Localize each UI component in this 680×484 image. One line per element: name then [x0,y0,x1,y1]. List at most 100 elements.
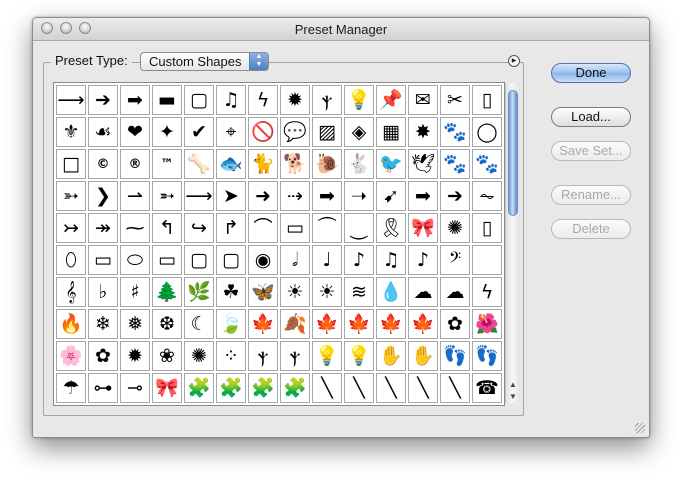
save-set-button[interactable]: Save Set... [551,141,631,161]
shape-cell[interactable]: 👣 [472,341,502,371]
preset-type-select[interactable]: Custom Shapes ▲ ▼ [140,52,269,71]
shape-cell[interactable]: ♪ [408,245,438,275]
shape-cell[interactable]: ☀ [312,277,342,307]
shape-cell[interactable]: 🕊 [408,149,438,179]
shape-cell[interactable]: ♭ [88,277,118,307]
shape-cell[interactable]: ▦ [376,117,406,147]
shape-cell[interactable]: 🌺 [472,309,502,339]
scroll-down-arrow-icon[interactable]: ▼ [506,391,520,403]
shape-cell[interactable]: ⲯ [280,341,310,371]
shape-cell[interactable]: 🌲 [152,277,182,307]
shape-cell[interactable]: ╲ [408,373,438,403]
shape-cell[interactable]: 🍂 [280,309,310,339]
vertical-scrollbar[interactable]: ▲ ▼ [505,83,520,403]
shape-cell[interactable]: ☎ [472,373,502,403]
shape-cell[interactable]: ✂ [440,85,470,115]
shape-cell[interactable]: ♫ [216,85,246,115]
shape-cell[interactable]: ➡ [120,85,150,115]
shape-cell[interactable]: ☀ [280,277,310,307]
shape-cell[interactable]: ⚜ [56,117,86,147]
shape-cell[interactable]: ® [120,149,150,179]
panel-menu-icon[interactable]: ▶ [508,55,520,67]
shape-cell[interactable]: ☁ [440,277,470,307]
shape-cell[interactable]: ➡ [408,181,438,211]
shape-cell[interactable]: 🍁 [344,309,374,339]
shape-cell[interactable]: ⲯ [248,341,278,371]
shape-cell[interactable]: ™ [152,149,182,179]
shape-cell[interactable]: ✹ [120,341,150,371]
shape-cell[interactable]: 🍃 [216,309,246,339]
shape-cell[interactable]: 𝄢 [440,245,470,275]
shape-cell[interactable]: ╲ [440,373,470,403]
shape-cell[interactable]: ⟶ [56,85,86,115]
shape-cell[interactable]: 🐟 [216,149,246,179]
shape-cell[interactable]: ▭ [280,213,310,243]
shape-cell[interactable]: ≋ [344,277,374,307]
shape-cell[interactable]: ⏜ [312,213,342,243]
shape-cell[interactable]: 🐾 [440,149,470,179]
shape-cell[interactable]: ♯ [120,277,150,307]
shape-cell[interactable]: ⌖ [216,117,246,147]
shape-cell[interactable]: ✸ [408,117,438,147]
shape-cell[interactable]: ╲ [344,373,374,403]
shape-cell[interactable]: 🔥 [56,309,86,339]
shape-cell[interactable]: ✋ [408,341,438,371]
shape-cell[interactable]: ⏝ [344,213,374,243]
shape-cell[interactable]: ▭ [152,245,182,275]
shape-cell[interactable]: 💡 [344,85,374,115]
shape-cell[interactable]: 🧩 [280,373,310,403]
shape-cell[interactable]: ❆ [152,309,182,339]
shape-cell[interactable]: ⏦ [472,181,502,211]
shape-cell[interactable]: 👣 [440,341,470,371]
shape-cell[interactable]: ➔ [88,85,118,115]
shape-cell[interactable]: 🍁 [408,309,438,339]
shape-cell[interactable]: ↰ [152,213,182,243]
shape-cell[interactable]: ➹ [376,181,406,211]
shape-cell[interactable]: ✿ [88,341,118,371]
shape-cell[interactable]: ➝ [344,181,374,211]
shape-cell[interactable]: 🐇 [344,149,374,179]
shape-cell[interactable]: ☙ [88,117,118,147]
shape-cell[interactable]: 🐾 [472,149,502,179]
shape-cell[interactable]: ▢ [216,245,246,275]
shape-cell[interactable]: ✺ [440,213,470,243]
scrollbar-thumb[interactable] [508,90,518,216]
shape-cell[interactable]: ➳ [56,181,86,211]
shape-cell[interactable]: 𝅗𝅥 [280,245,310,275]
shape-cell[interactable]: ⟶ [184,181,214,211]
shape-cell[interactable]: ◈ [344,117,374,147]
shape-cell[interactable]: © [88,149,118,179]
shape-cell[interactable]: 🎗 [376,213,406,243]
done-button[interactable]: Done [551,63,631,83]
shape-cell[interactable]: 🌿 [184,277,214,307]
shape-cell[interactable]: 🍁 [376,309,406,339]
shape-cell[interactable]: ╲ [376,373,406,403]
shape-cell[interactable]: ♫ [376,245,406,275]
shape-cell[interactable]: ⊸ [120,373,150,403]
shape-cell[interactable]: ♩ [312,245,342,275]
shape-cell[interactable]: ◉ [248,245,278,275]
shape-cell[interactable] [472,245,502,275]
shape-cell[interactable]: ▬ [152,85,182,115]
shape-cell[interactable]: 🧩 [216,373,246,403]
shape-cell[interactable]: 🐕 [280,149,310,179]
shape-cell[interactable]: ▭ [88,245,118,275]
shape-cell[interactable]: ❯ [88,181,118,211]
shape-cell[interactable]: ↠ [88,213,118,243]
shape-cell[interactable]: ↪ [184,213,214,243]
shape-cell[interactable]: ▢ [184,85,214,115]
shape-cell[interactable]: ⌒ [248,213,278,243]
shape-cell[interactable]: ✔ [184,117,214,147]
shape-cell[interactable]: ▢ [184,245,214,275]
shape-cell[interactable]: ✦ [152,117,182,147]
shape-cell[interactable]: 🦋 [248,277,278,307]
shape-cell[interactable]: 🍁 [312,309,342,339]
shape-cell[interactable]: ↱ [216,213,246,243]
shape-cell[interactable]: 🚫 [248,117,278,147]
shape-cell[interactable]: ⊶ [88,373,118,403]
delete-button[interactable]: Delete [551,219,631,239]
resize-grip-icon[interactable] [635,423,645,433]
shape-cell[interactable]: 💬 [280,117,310,147]
shape-cell[interactable]: ✿ [440,309,470,339]
shape-cell[interactable]: ⁘ [216,341,246,371]
